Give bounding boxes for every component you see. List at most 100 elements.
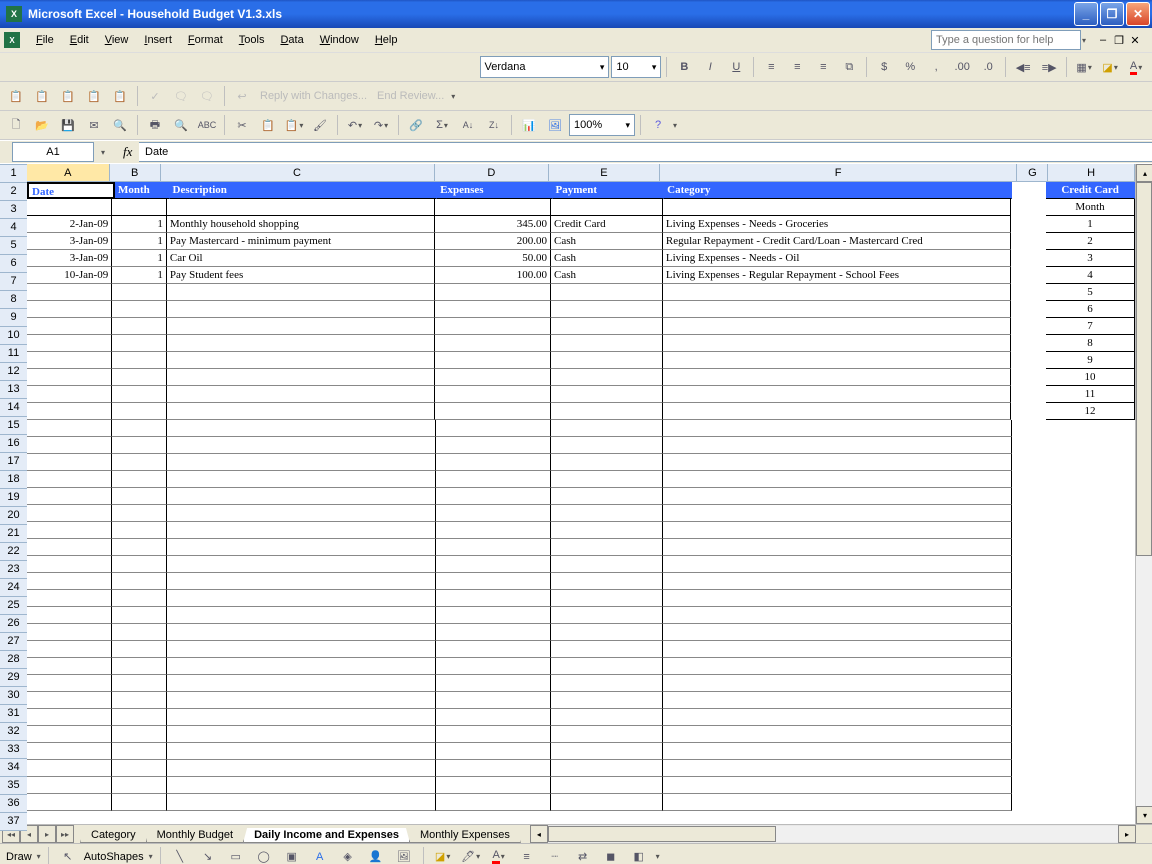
cell-G29[interactable] xyxy=(1012,658,1047,675)
bold-button[interactable]: B xyxy=(672,55,696,79)
cell-G32[interactable] xyxy=(1012,709,1047,726)
cell-G17[interactable] xyxy=(1012,454,1047,471)
cell-G35[interactable] xyxy=(1012,760,1047,777)
cell-E33[interactable] xyxy=(551,726,663,743)
borders-button[interactable]: ▦▾ xyxy=(1072,55,1096,79)
cell-A21[interactable] xyxy=(27,522,112,539)
horizontal-scrollbar[interactable]: ◂ ▸ xyxy=(530,825,1136,843)
cell-C10[interactable] xyxy=(167,335,435,352)
sheet-tab-category[interactable]: Category xyxy=(80,828,147,843)
cell-G2[interactable] xyxy=(1011,199,1046,216)
scroll-left-button[interactable]: ◂ xyxy=(530,825,548,843)
cell-D22[interactable] xyxy=(436,539,552,556)
cell-G19[interactable] xyxy=(1012,488,1047,505)
tab-last-button[interactable]: ▸▸ xyxy=(56,825,74,843)
cell-B8[interactable] xyxy=(112,301,167,318)
align-left-button[interactable]: ≡ xyxy=(759,55,783,79)
cell-D21[interactable] xyxy=(436,522,552,539)
cell-F19[interactable] xyxy=(663,488,1012,505)
cell-E37[interactable] xyxy=(551,794,663,811)
cell-D24[interactable] xyxy=(436,573,552,590)
print-button[interactable]: 🖶 xyxy=(143,113,167,137)
cell-H27[interactable] xyxy=(1047,624,1135,641)
cell-A14[interactable] xyxy=(27,403,112,420)
cell-H28[interactable] xyxy=(1047,641,1135,658)
cell-C17[interactable] xyxy=(167,454,436,471)
row-header[interactable]: 22 xyxy=(0,543,27,561)
cell-F10[interactable] xyxy=(663,335,1011,352)
italic-button[interactable]: I xyxy=(698,55,722,79)
search-button[interactable]: 🔍 xyxy=(108,113,132,137)
cell-D19[interactable] xyxy=(436,488,552,505)
chart-wizard-button[interactable]: 📊 xyxy=(517,113,541,137)
col-header-A[interactable]: A xyxy=(27,164,110,182)
help-search-input[interactable] xyxy=(931,30,1081,50)
scroll-up-button[interactable]: ▴ xyxy=(1136,164,1152,182)
cell-H37[interactable] xyxy=(1047,794,1135,811)
save-button[interactable]: 💾 xyxy=(56,113,80,137)
cell-E5[interactable]: Cash xyxy=(551,250,663,267)
cell-E10[interactable] xyxy=(551,335,663,352)
cell-E31[interactable] xyxy=(551,692,663,709)
cell-D15[interactable] xyxy=(436,420,552,437)
cell-D13[interactable] xyxy=(435,386,551,403)
cell-B33[interactable] xyxy=(112,726,167,743)
cell-F18[interactable] xyxy=(663,471,1012,488)
cell-F5[interactable]: Living Expenses - Needs - Oil xyxy=(663,250,1011,267)
cell-E18[interactable] xyxy=(551,471,663,488)
cell-A19[interactable] xyxy=(27,488,112,505)
cell-G6[interactable] xyxy=(1011,267,1046,284)
cell-F2[interactable] xyxy=(663,199,1011,216)
cell-B16[interactable] xyxy=(112,437,167,454)
align-right-button[interactable]: ≡ xyxy=(811,55,835,79)
select-objects-button[interactable]: ↖ xyxy=(56,845,80,864)
cell-A33[interactable] xyxy=(27,726,112,743)
col-header-C[interactable]: C xyxy=(161,164,435,182)
cell-A20[interactable] xyxy=(27,505,112,522)
cell-C1[interactable]: Description xyxy=(170,182,438,199)
cell-C4[interactable]: Pay Mastercard - minimum payment xyxy=(167,233,435,250)
row-header[interactable]: 5 xyxy=(0,237,27,255)
doc-close-button[interactable]: ✕ xyxy=(1128,34,1142,47)
cell-F14[interactable] xyxy=(663,403,1011,420)
cell-E35[interactable] xyxy=(551,760,663,777)
cell-D3[interactable]: 345.00 xyxy=(435,216,551,233)
cell-A27[interactable] xyxy=(27,624,112,641)
cell-H34[interactable] xyxy=(1047,743,1135,760)
wordart-button[interactable]: A xyxy=(308,845,332,864)
cell-G37[interactable] xyxy=(1012,794,1047,811)
col-header-E[interactable]: E xyxy=(549,164,660,182)
font-size-select[interactable]: 10 xyxy=(611,56,661,78)
cell-F15[interactable] xyxy=(663,420,1012,437)
row-header[interactable]: 30 xyxy=(0,687,27,705)
format-painter-button[interactable]: 🖌 xyxy=(308,113,332,137)
sort-asc-button[interactable]: A↓ xyxy=(456,113,480,137)
cell-A23[interactable] xyxy=(27,556,112,573)
cell-E20[interactable] xyxy=(551,505,663,522)
underline-button[interactable]: U xyxy=(724,55,748,79)
cell-F31[interactable] xyxy=(663,692,1012,709)
cell-E3[interactable]: Credit Card xyxy=(551,216,663,233)
cell-G12[interactable] xyxy=(1011,369,1046,386)
cell-E23[interactable] xyxy=(551,556,663,573)
cell-A5[interactable]: 3-Jan-09 xyxy=(27,250,112,267)
cell-H10[interactable]: 8 xyxy=(1046,335,1135,352)
cell-D20[interactable] xyxy=(436,505,552,522)
cell-B2[interactable] xyxy=(112,199,167,216)
cell-H33[interactable] xyxy=(1047,726,1135,743)
col-header-G[interactable]: G xyxy=(1017,164,1048,182)
help-dropdown-icon[interactable]: ▾ xyxy=(1082,36,1086,45)
cell-H4[interactable]: 2 xyxy=(1046,233,1135,250)
cell-G10[interactable] xyxy=(1011,335,1046,352)
cell-C28[interactable] xyxy=(167,641,436,658)
row-header[interactable]: 10 xyxy=(0,327,27,345)
cell-H8[interactable]: 6 xyxy=(1046,301,1135,318)
cell-H18[interactable] xyxy=(1047,471,1135,488)
cell-B25[interactable] xyxy=(112,590,167,607)
cell-B20[interactable] xyxy=(112,505,167,522)
cell-A10[interactable] xyxy=(27,335,112,352)
paste-button[interactable]: 📋▾ xyxy=(282,113,306,137)
cell-E27[interactable] xyxy=(551,624,663,641)
cell-H22[interactable] xyxy=(1047,539,1135,556)
cell-G8[interactable] xyxy=(1011,301,1046,318)
